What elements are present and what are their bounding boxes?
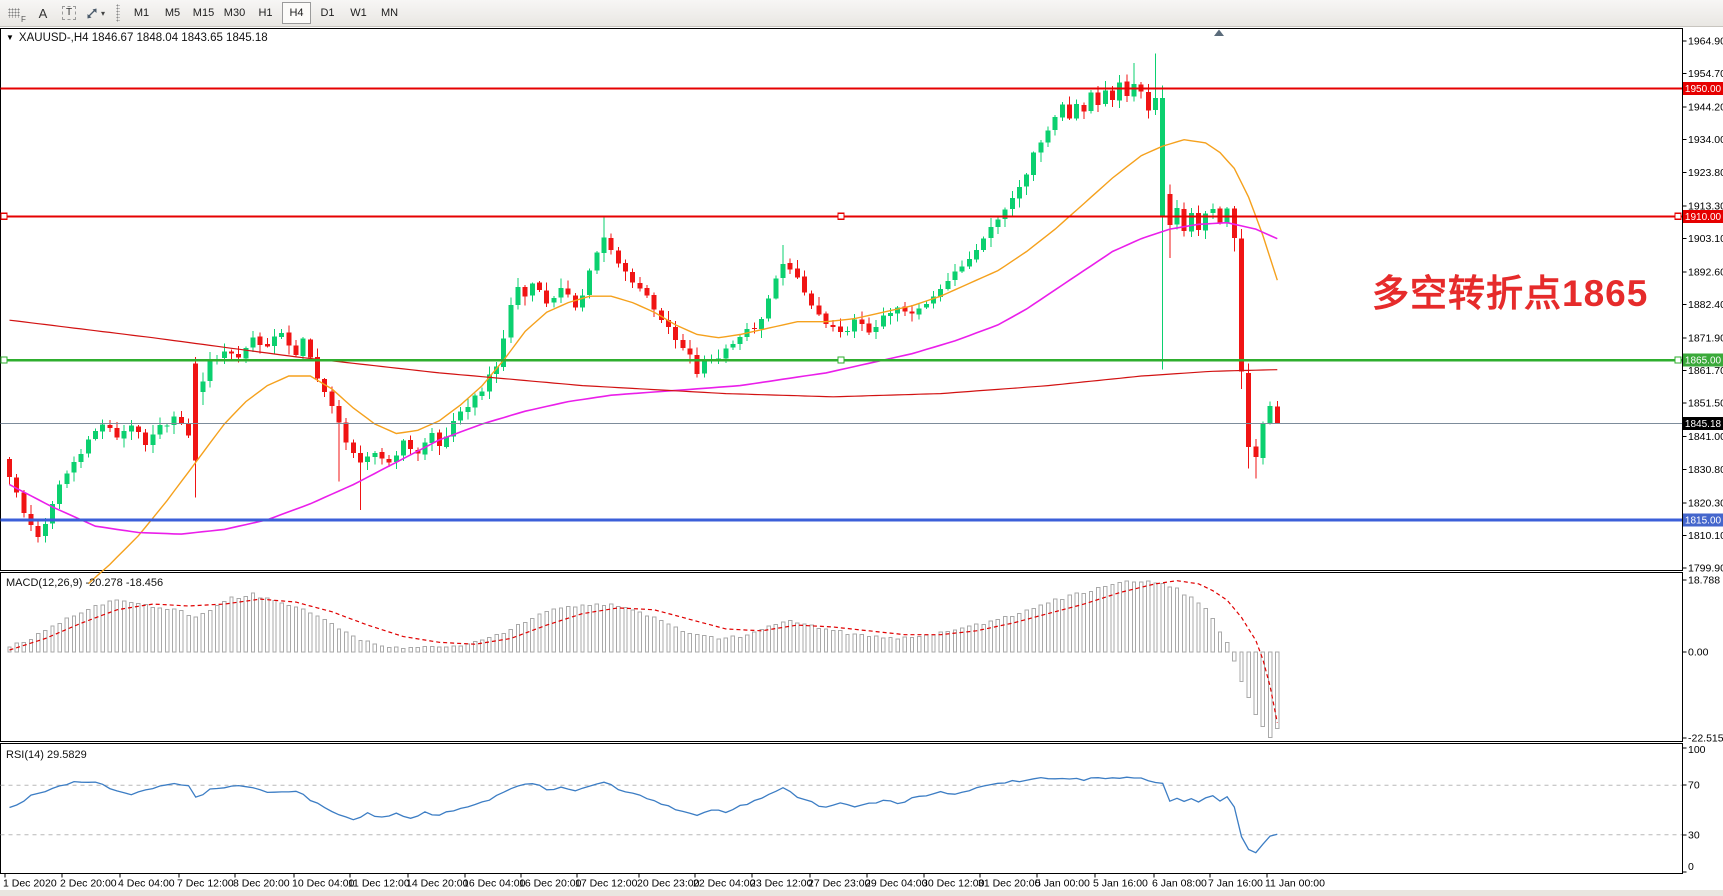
price-axis: 1964.90 1954.70 1944.20 1934.00 1923.80 1913.… xyxy=(1682,36,1723,874)
price-badge-text: 1815.00 xyxy=(1685,515,1722,526)
time-tick-label: 17 Dec 12:00 xyxy=(575,878,638,890)
arrange-tool-button[interactable]: ▾ xyxy=(83,2,107,24)
toolbar: F A T ▾ M1 M5 M15 M30 H1 H4 D1 W1 MN xyxy=(0,0,1723,27)
timeframe-m1-button[interactable]: M1 xyxy=(127,2,156,24)
time-tick-label: 5 Jan 16:00 xyxy=(1093,878,1148,890)
time-tick-label: 16 Dec 20:00 xyxy=(519,878,582,890)
time-tick-label: 29 Dec 04:00 xyxy=(865,878,928,890)
time-tick-label: 30 Dec 12:00 xyxy=(922,878,985,890)
time-tick-label: 11 Dec 12:00 xyxy=(348,878,410,890)
axis-tick-label: 1830.80 xyxy=(1688,464,1723,476)
grid-f-label: F xyxy=(21,16,26,24)
time-tick-label: 14 Dec 20:00 xyxy=(406,878,469,890)
text-tool-icon: T xyxy=(62,6,76,20)
time-tick-label: 23 Dec 12:00 xyxy=(750,878,813,890)
timeframe-mn-button[interactable]: MN xyxy=(375,2,404,24)
axis-tick-label: 1882.40 xyxy=(1688,299,1723,311)
axis-tick-label: 1954.70 xyxy=(1688,68,1723,80)
time-tick-label: 31 Dec 20:00 xyxy=(978,878,1041,890)
axis-tick-label: 1892.60 xyxy=(1688,266,1723,278)
time-tick-label: 22 Dec 04:00 xyxy=(693,878,756,890)
axis-tick-label: 18.788 xyxy=(1688,575,1720,587)
time-tick-label: 4 Dec 04:00 xyxy=(118,878,175,890)
axis-tick-label: 1820.30 xyxy=(1688,497,1723,509)
axis-tick-label: 1944.20 xyxy=(1688,102,1723,114)
time-tick-label: 11 Jan 00:00 xyxy=(1265,878,1325,890)
axis-tick-label: 1851.50 xyxy=(1688,398,1723,410)
time-tick-label: 5 Jan 00:00 xyxy=(1035,878,1090,890)
price-badge-text: 1910.00 xyxy=(1685,212,1722,223)
timeframe-m15-button[interactable]: M15 xyxy=(189,2,218,24)
axis-tick-label: 0.00 xyxy=(1688,646,1709,658)
hline-handle[interactable] xyxy=(1675,357,1681,363)
time-tick-label: 6 Jan 08:00 xyxy=(1152,878,1207,890)
axis-tick-label: 1810.10 xyxy=(1688,530,1723,542)
text-tool-button[interactable]: T xyxy=(57,2,81,24)
timeframe-m30-button[interactable]: M30 xyxy=(220,2,249,24)
grid-icon xyxy=(8,8,20,18)
mt4-window: F A T ▾ M1 M5 M15 M30 H1 H4 D1 W1 MN 195… xyxy=(0,0,1723,896)
time-tick-label: 20 Dec 23:00 xyxy=(637,878,700,890)
axis-tick-label: 1841.00 xyxy=(1688,431,1723,443)
axis-tick-label: 1903.10 xyxy=(1688,233,1723,245)
axis-tick-label: 1861.70 xyxy=(1688,365,1723,377)
time-tick-label: 1 Dec 2020 xyxy=(3,878,57,890)
timeframe-w1-button[interactable]: W1 xyxy=(344,2,373,24)
axis-tick-label: 1913.30 xyxy=(1688,200,1723,212)
axis-tick-label: 70 xyxy=(1688,780,1700,792)
panel-frames xyxy=(1,29,1683,874)
time-tick-label: 7 Jan 16:00 xyxy=(1208,878,1263,890)
grid-tool-button[interactable]: F xyxy=(5,2,29,24)
time-tick-label: 2 Dec 20:00 xyxy=(60,878,117,890)
time-tick-label: 8 Dec 20:00 xyxy=(233,878,290,890)
font-tool-button[interactable]: A xyxy=(31,2,55,24)
toolbar-grip[interactable] xyxy=(116,4,120,22)
hline-handle[interactable] xyxy=(838,357,844,363)
collapse-triangle-icon[interactable]: ▼ xyxy=(6,33,14,42)
axis-tick-label: -22.515 xyxy=(1688,733,1723,745)
window-bottom-strip xyxy=(0,890,1723,896)
chart-annotation[interactable]: 多空转折点1865 xyxy=(1372,263,1648,317)
axis-tick-label: 1934.00 xyxy=(1688,134,1723,146)
time-axis: 1 Dec 20202 Dec 20:004 Dec 04:007 Dec 12… xyxy=(3,874,1325,890)
axis-tick-label: 1799.90 xyxy=(1688,563,1723,575)
macd-indicator-label: MACD(12,26,9) -20.278 -18.456 xyxy=(6,577,163,589)
diagonal-arrows-icon xyxy=(85,7,99,20)
hline-handle[interactable] xyxy=(1,357,7,363)
time-tick-label: 10 Dec 04:00 xyxy=(292,878,355,890)
hline-handle[interactable] xyxy=(838,213,844,219)
hline-handle[interactable] xyxy=(1675,213,1681,219)
timeframe-h1-button[interactable]: H1 xyxy=(251,2,280,24)
axis-tick-label: 1871.90 xyxy=(1688,333,1723,345)
price-badge-text: 1845.18 xyxy=(1685,419,1722,430)
time-tick-label: 27 Dec 23:00 xyxy=(808,878,871,890)
timeframe-h4-button[interactable]: H4 xyxy=(282,2,311,24)
axis-tick-label: 1923.80 xyxy=(1688,167,1723,179)
axis-tick-label: 0 xyxy=(1688,861,1694,873)
axis-tick-label: 1964.90 xyxy=(1688,36,1723,48)
time-tick-label: 7 Dec 12:00 xyxy=(177,878,234,890)
axis-tick-label: 100 xyxy=(1688,744,1706,756)
rsi-indicator-label: RSI(14) 29.5829 xyxy=(6,749,87,761)
timeframe-m5-button[interactable]: M5 xyxy=(158,2,187,24)
price-badge-text: 1950.00 xyxy=(1685,84,1722,95)
dropdown-caret-icon: ▾ xyxy=(101,9,105,18)
hline-handle[interactable] xyxy=(1,213,7,219)
letter-a-icon: A xyxy=(39,6,48,21)
chart-symbol-title: ▼XAUUSD-,H4 1846.67 1848.04 1843.65 1845… xyxy=(6,32,268,44)
chart-canvas[interactable]: 1950.001910.001865.001845.181815.001964.… xyxy=(0,0,1723,896)
timeframe-d1-button[interactable]: D1 xyxy=(313,2,342,24)
time-tick-label: 16 Dec 04:00 xyxy=(463,878,526,890)
axis-tick-label: 30 xyxy=(1688,829,1700,841)
